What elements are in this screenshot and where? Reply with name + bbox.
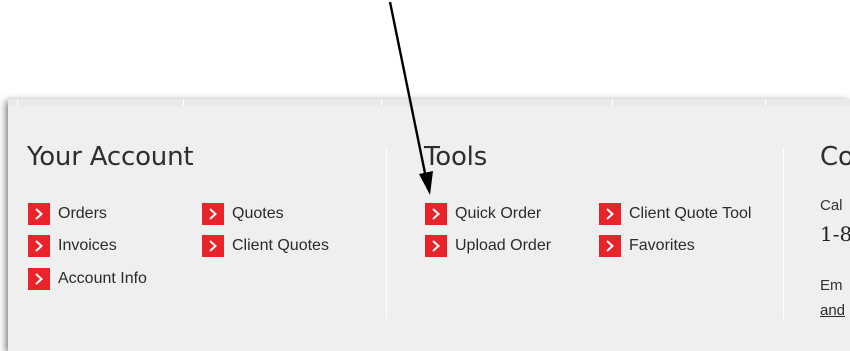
orders-link[interactable]: Orders <box>28 203 107 225</box>
contact-heading: Co <box>820 142 850 172</box>
invoices-link[interactable]: Invoices <box>28 235 117 257</box>
client-quote-tool-link[interactable]: Client Quote Tool <box>599 203 751 225</box>
upload-order-link[interactable]: Upload Order <box>425 235 551 257</box>
account-info-label: Account Info <box>58 270 147 287</box>
chevron-right-icon <box>28 268 50 290</box>
favorites-label: Favorites <box>629 237 695 254</box>
your-account-heading: Your Account <box>27 142 194 172</box>
quotes-link[interactable]: Quotes <box>202 203 284 225</box>
nav-divider <box>765 99 766 106</box>
nav-divider <box>612 99 613 106</box>
account-info-link[interactable]: Account Info <box>28 268 147 290</box>
call-label: Cal <box>820 197 843 214</box>
quotes-label: Quotes <box>232 205 284 222</box>
phone-number: 1-8 <box>820 222 850 246</box>
favorites-link[interactable]: Favorites <box>599 235 695 257</box>
nav-divider <box>17 99 18 106</box>
email-link[interactable]: and <box>820 302 845 319</box>
chevron-right-icon <box>599 203 621 225</box>
nav-divider <box>381 99 382 106</box>
tools-heading: Tools <box>424 142 488 172</box>
chevron-right-icon <box>425 235 447 257</box>
client-quote-tool-label: Client Quote Tool <box>629 205 752 222</box>
upload-order-label: Upload Order <box>455 237 552 254</box>
client-quotes-label: Client Quotes <box>232 237 329 254</box>
account-tools-menu-panel: Your Account Orders Quotes Invoices Clie… <box>8 99 850 351</box>
invoices-label: Invoices <box>58 237 117 254</box>
orders-label: Orders <box>58 205 107 222</box>
column-divider <box>783 148 784 319</box>
column-divider <box>386 148 387 319</box>
chevron-right-icon <box>28 235 50 257</box>
chevron-right-icon <box>202 203 224 225</box>
quick-order-link[interactable]: Quick Order <box>425 203 541 225</box>
nav-divider <box>183 99 184 106</box>
chevron-right-icon <box>28 203 50 225</box>
client-quotes-link[interactable]: Client Quotes <box>202 235 329 257</box>
chevron-right-icon <box>202 235 224 257</box>
email-label: Em <box>820 277 843 294</box>
nav-bar-bottom-strip <box>8 99 850 106</box>
chevron-right-icon <box>425 203 447 225</box>
quick-order-label: Quick Order <box>455 205 542 222</box>
chevron-right-icon <box>599 235 621 257</box>
